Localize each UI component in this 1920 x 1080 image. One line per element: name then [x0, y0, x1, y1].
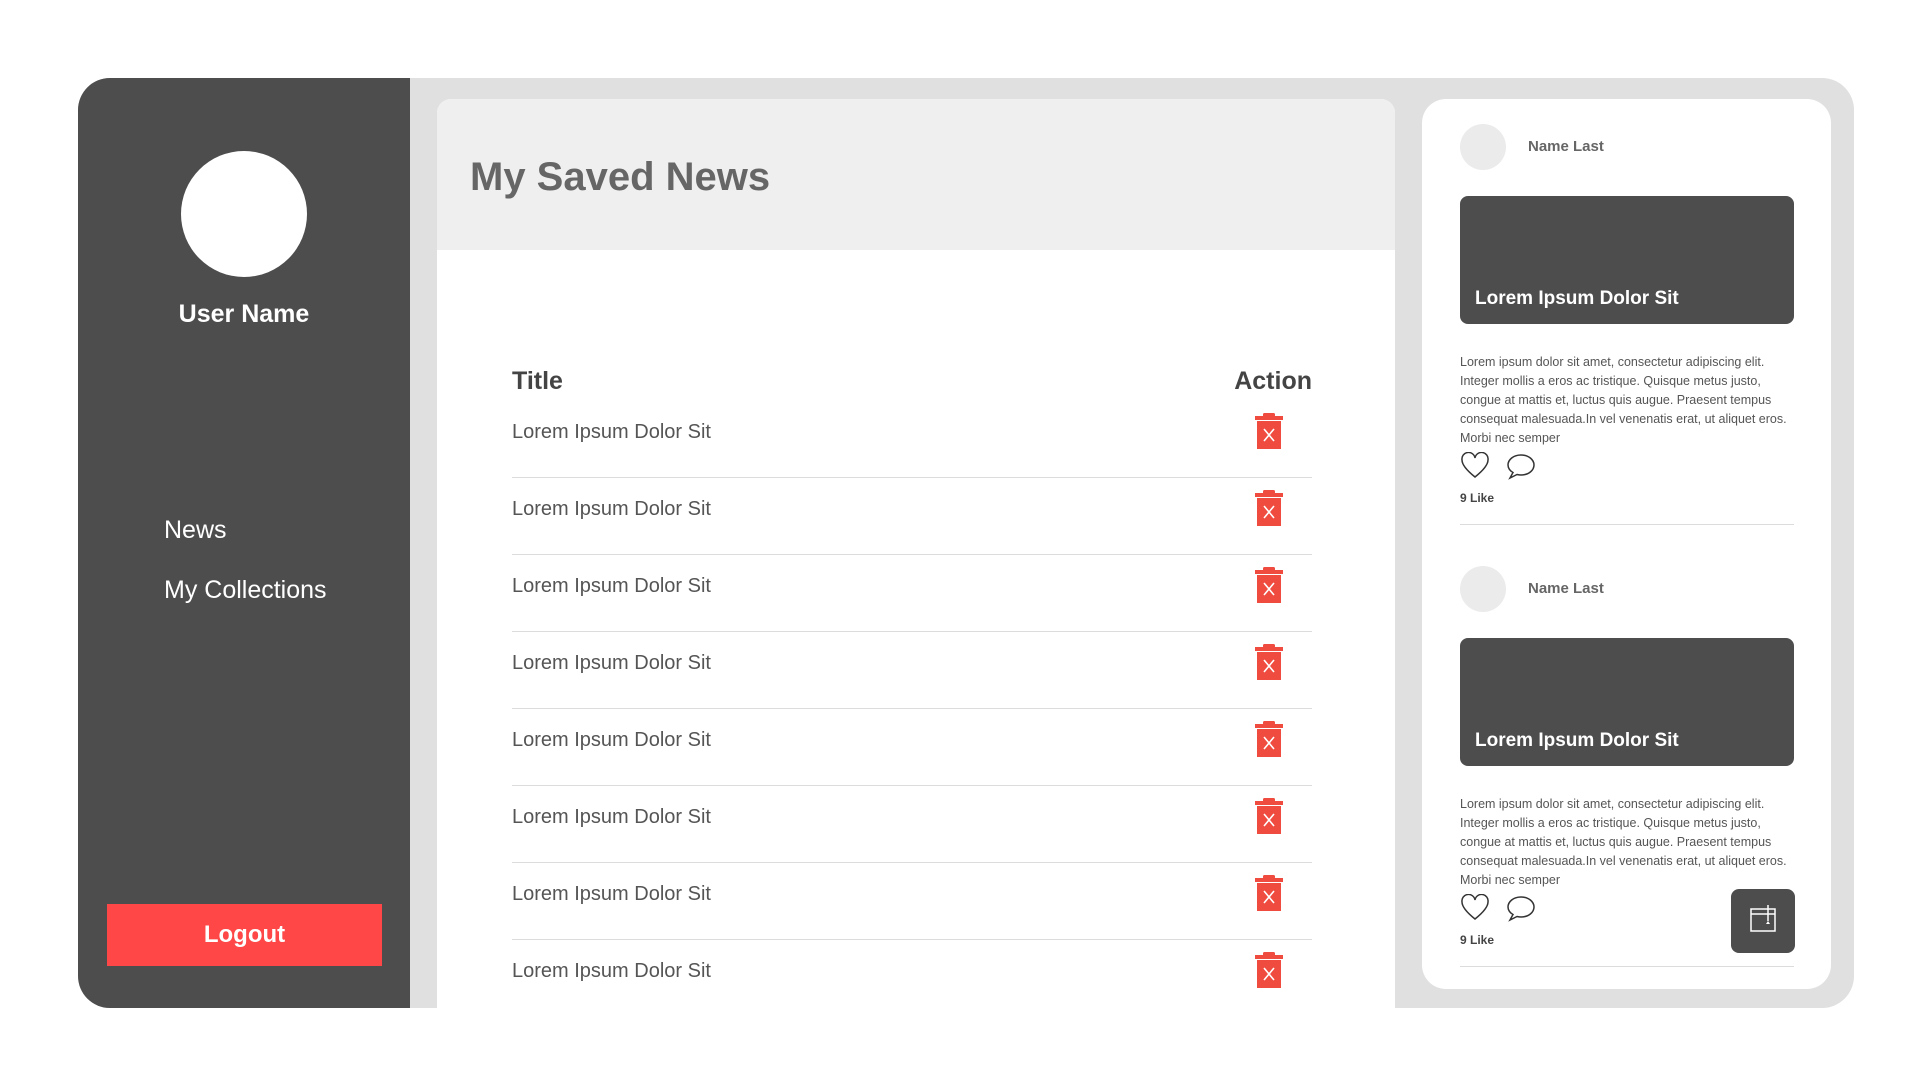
user-name: User Name [178, 300, 310, 328]
news-title[interactable]: Lorem Ipsum Dolor Sit [512, 652, 711, 675]
post-likes: 9 Like [1460, 933, 1495, 947]
news-title[interactable]: Lorem Ipsum Dolor Sit [512, 883, 711, 906]
comment-icon[interactable] [1506, 894, 1536, 922]
post-avatar[interactable] [1460, 566, 1506, 612]
news-title[interactable]: Lorem Ipsum Dolor Sit [512, 729, 711, 752]
floating-notes-button[interactable] [1731, 889, 1795, 953]
post-avatar[interactable] [1460, 124, 1506, 170]
trash-icon[interactable] [1254, 567, 1284, 603]
sidebar-nav: News My Collections [164, 500, 327, 620]
post-author[interactable]: Name Last [1528, 138, 1604, 155]
main-panel: My Saved News Title Action Lorem Ipsum D… [437, 99, 1395, 1008]
post-body: Lorem ipsum dolor sit amet, consectetur … [1460, 355, 1787, 445]
sidebar: User Name News My Collections Logout [78, 78, 410, 1008]
column-header-action: Action [1234, 367, 1312, 395]
nav-item-news[interactable]: News [164, 500, 327, 560]
table-row: Lorem Ipsum Dolor Sit [512, 786, 1312, 863]
post-actions [1460, 452, 1560, 482]
table-row: Lorem Ipsum Dolor Sit [512, 632, 1312, 709]
post-author[interactable]: Name Last [1528, 580, 1604, 597]
news-title[interactable]: Lorem Ipsum Dolor Sit [512, 575, 711, 598]
news-title[interactable]: Lorem Ipsum Dolor Sit [512, 421, 711, 444]
post-divider [1460, 966, 1794, 967]
column-header-title: Title [512, 367, 563, 395]
app-frame: User Name News My Collections Logout My … [78, 78, 1854, 1008]
post-body: Lorem ipsum dolor sit amet, consectetur … [1460, 797, 1787, 887]
trash-icon[interactable] [1254, 798, 1284, 834]
page-title: My Saved News [470, 155, 771, 199]
post-card[interactable]: Lorem Ipsum Dolor Sit [1460, 638, 1794, 766]
trash-icon[interactable] [1254, 644, 1284, 680]
trash-icon[interactable] [1254, 413, 1284, 449]
table-row: Lorem Ipsum Dolor Sit [512, 863, 1312, 940]
news-feed[interactable]: Name Last Lorem Ipsum Dolor Sit Lorem ip… [1422, 99, 1831, 989]
table-body: Lorem Ipsum Dolor Sit Lorem Ipsum Dolor … [512, 401, 1312, 1008]
main-header: My Saved News [437, 99, 1395, 250]
post-divider [1460, 524, 1794, 525]
post-actions [1460, 894, 1560, 924]
heart-icon[interactable] [1460, 894, 1490, 922]
news-title[interactable]: Lorem Ipsum Dolor Sit [512, 960, 711, 983]
table-header: Title Action [512, 359, 1312, 401]
user-avatar[interactable] [181, 151, 307, 277]
post-card[interactable]: Lorem Ipsum Dolor Sit [1460, 196, 1794, 324]
table-row: Lorem Ipsum Dolor Sit [512, 555, 1312, 632]
heart-icon[interactable] [1460, 452, 1490, 480]
trash-icon[interactable] [1254, 490, 1284, 526]
post-card-title: Lorem Ipsum Dolor Sit [1475, 288, 1679, 309]
comment-icon[interactable] [1506, 452, 1536, 480]
saved-news-table: Title Action Lorem Ipsum Dolor Sit Lorem… [512, 359, 1312, 1008]
trash-icon[interactable] [1254, 952, 1284, 988]
table-row: Lorem Ipsum Dolor Sit [512, 478, 1312, 555]
nav-item-my-collections[interactable]: My Collections [164, 560, 327, 620]
logout-button[interactable]: Logout [107, 904, 382, 966]
post-likes: 9 Like [1460, 491, 1495, 505]
notebook-icon [1750, 905, 1776, 932]
table-row: Lorem Ipsum Dolor Sit [512, 709, 1312, 786]
table-row: Lorem Ipsum Dolor Sit [512, 940, 1312, 1008]
trash-icon[interactable] [1254, 875, 1284, 911]
trash-icon[interactable] [1254, 721, 1284, 757]
table-row: Lorem Ipsum Dolor Sit [512, 401, 1312, 478]
news-title[interactable]: Lorem Ipsum Dolor Sit [512, 498, 711, 521]
post-card-title: Lorem Ipsum Dolor Sit [1475, 730, 1679, 751]
news-title[interactable]: Lorem Ipsum Dolor Sit [512, 806, 711, 829]
